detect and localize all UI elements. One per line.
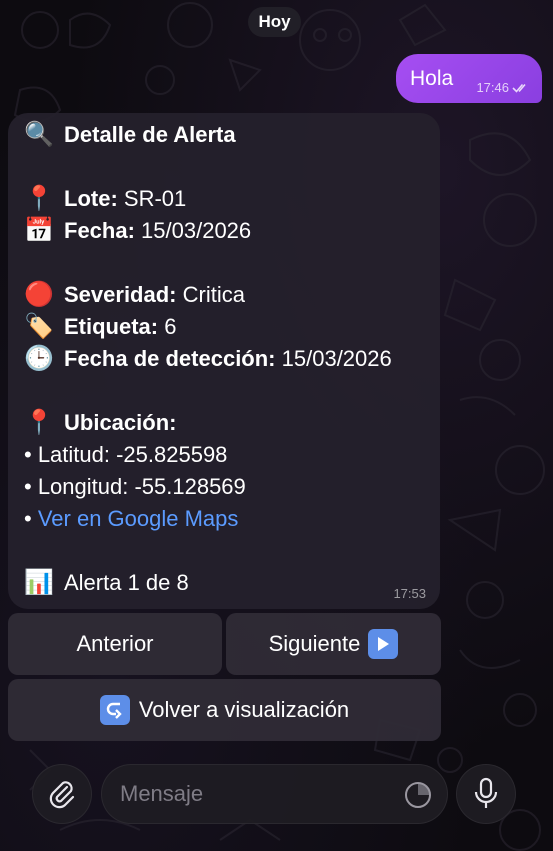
date-divider: Hoy (248, 7, 301, 37)
severidad-label: Severidad: (64, 282, 177, 307)
severidad-line: 🔴 Severidad: Critica (24, 280, 428, 310)
longitud-line: • Longitud: -55.128569 (24, 474, 246, 499)
lote-label: Lote: (64, 186, 118, 211)
deteccion-value: 15/03/2026 (281, 346, 392, 371)
tag-icon: 🏷️ (24, 313, 54, 340)
back-button-label: Volver a visualización (138, 697, 350, 722)
counter-line: 📊 Alerta 1 de 8 (24, 568, 428, 598)
bullet: • (24, 506, 32, 531)
alert-counter: Alerta 1 de 8 (64, 570, 189, 595)
pin-icon: 📍 (24, 409, 54, 436)
double-check-icon (512, 83, 526, 93)
etiqueta-label: Etiqueta: (64, 314, 159, 339)
chat-screen: Hoy Hola 17:46 🔍 Detalle de Alerta 📍 Lot… (0, 0, 553, 851)
ubicacion-line: 📍 Ubicación: (24, 408, 428, 438)
pin-icon: 📍 (24, 185, 54, 212)
calendar-icon: 📅 (24, 217, 54, 244)
clock-icon: 🕒 (24, 345, 54, 372)
severidad-value: Critica (182, 282, 245, 307)
outgoing-message-bubble[interactable]: Hola 17:46 (396, 54, 542, 103)
message-time: 17:46 (476, 80, 509, 95)
latitud-line: • Latitud: -25.825598 (24, 442, 228, 467)
message-input[interactable] (120, 781, 390, 807)
message-input-container[interactable] (101, 764, 448, 824)
fecha-label: Fecha: (64, 218, 135, 243)
paperclip-icon (49, 781, 75, 809)
alert-title-line: 🔍 Detalle de Alerta (24, 120, 428, 150)
bar-chart-icon: 📊 (24, 569, 54, 596)
maps-line: • Ver en Google Maps (24, 504, 428, 534)
lote-value: SR-01 (123, 186, 187, 211)
ubicacion-label: Ubicación: (64, 410, 177, 435)
message-meta: 17:46 (476, 80, 530, 95)
alert-title: Detalle de Alerta (64, 122, 236, 147)
outgoing-message-text: Hola (410, 66, 454, 90)
sticker-icon[interactable] (403, 780, 433, 810)
deteccion-label: Fecha de detección: (64, 346, 276, 371)
voice-message-button[interactable] (456, 764, 516, 824)
return-arrow-icon (99, 695, 130, 725)
fecha-line: 📅 Fecha: 15/03/2026 (24, 216, 428, 246)
deteccion-line: 🕒 Fecha de detección: 15/03/2026 (24, 344, 428, 374)
attach-button[interactable] (32, 764, 92, 824)
back-to-visualization-button[interactable]: Volver a visualización (8, 679, 441, 741)
etiqueta-value: 6 (164, 314, 177, 339)
alert-message-time: 17:53 (393, 586, 426, 601)
previous-button[interactable]: Anterior (8, 613, 222, 675)
microphone-icon (474, 777, 498, 808)
lote-line: 📍 Lote: SR-01 (24, 184, 428, 214)
google-maps-link[interactable]: Ver en Google Maps (38, 504, 239, 534)
previous-button-label: Anterior (76, 631, 154, 656)
alert-message-bubble: 🔍 Detalle de Alerta 📍 Lote: SR-01 📅 Fech… (8, 113, 440, 609)
search-icon: 🔍 (24, 121, 54, 148)
fecha-value: 15/03/2026 (141, 218, 252, 243)
next-button[interactable]: Siguiente (226, 613, 441, 675)
etiqueta-line: 🏷️ Etiqueta: 6 (24, 312, 428, 342)
red-circle-icon: 🔴 (24, 281, 54, 308)
next-button-label: Siguiente (268, 631, 361, 656)
play-arrow-icon (368, 629, 399, 659)
